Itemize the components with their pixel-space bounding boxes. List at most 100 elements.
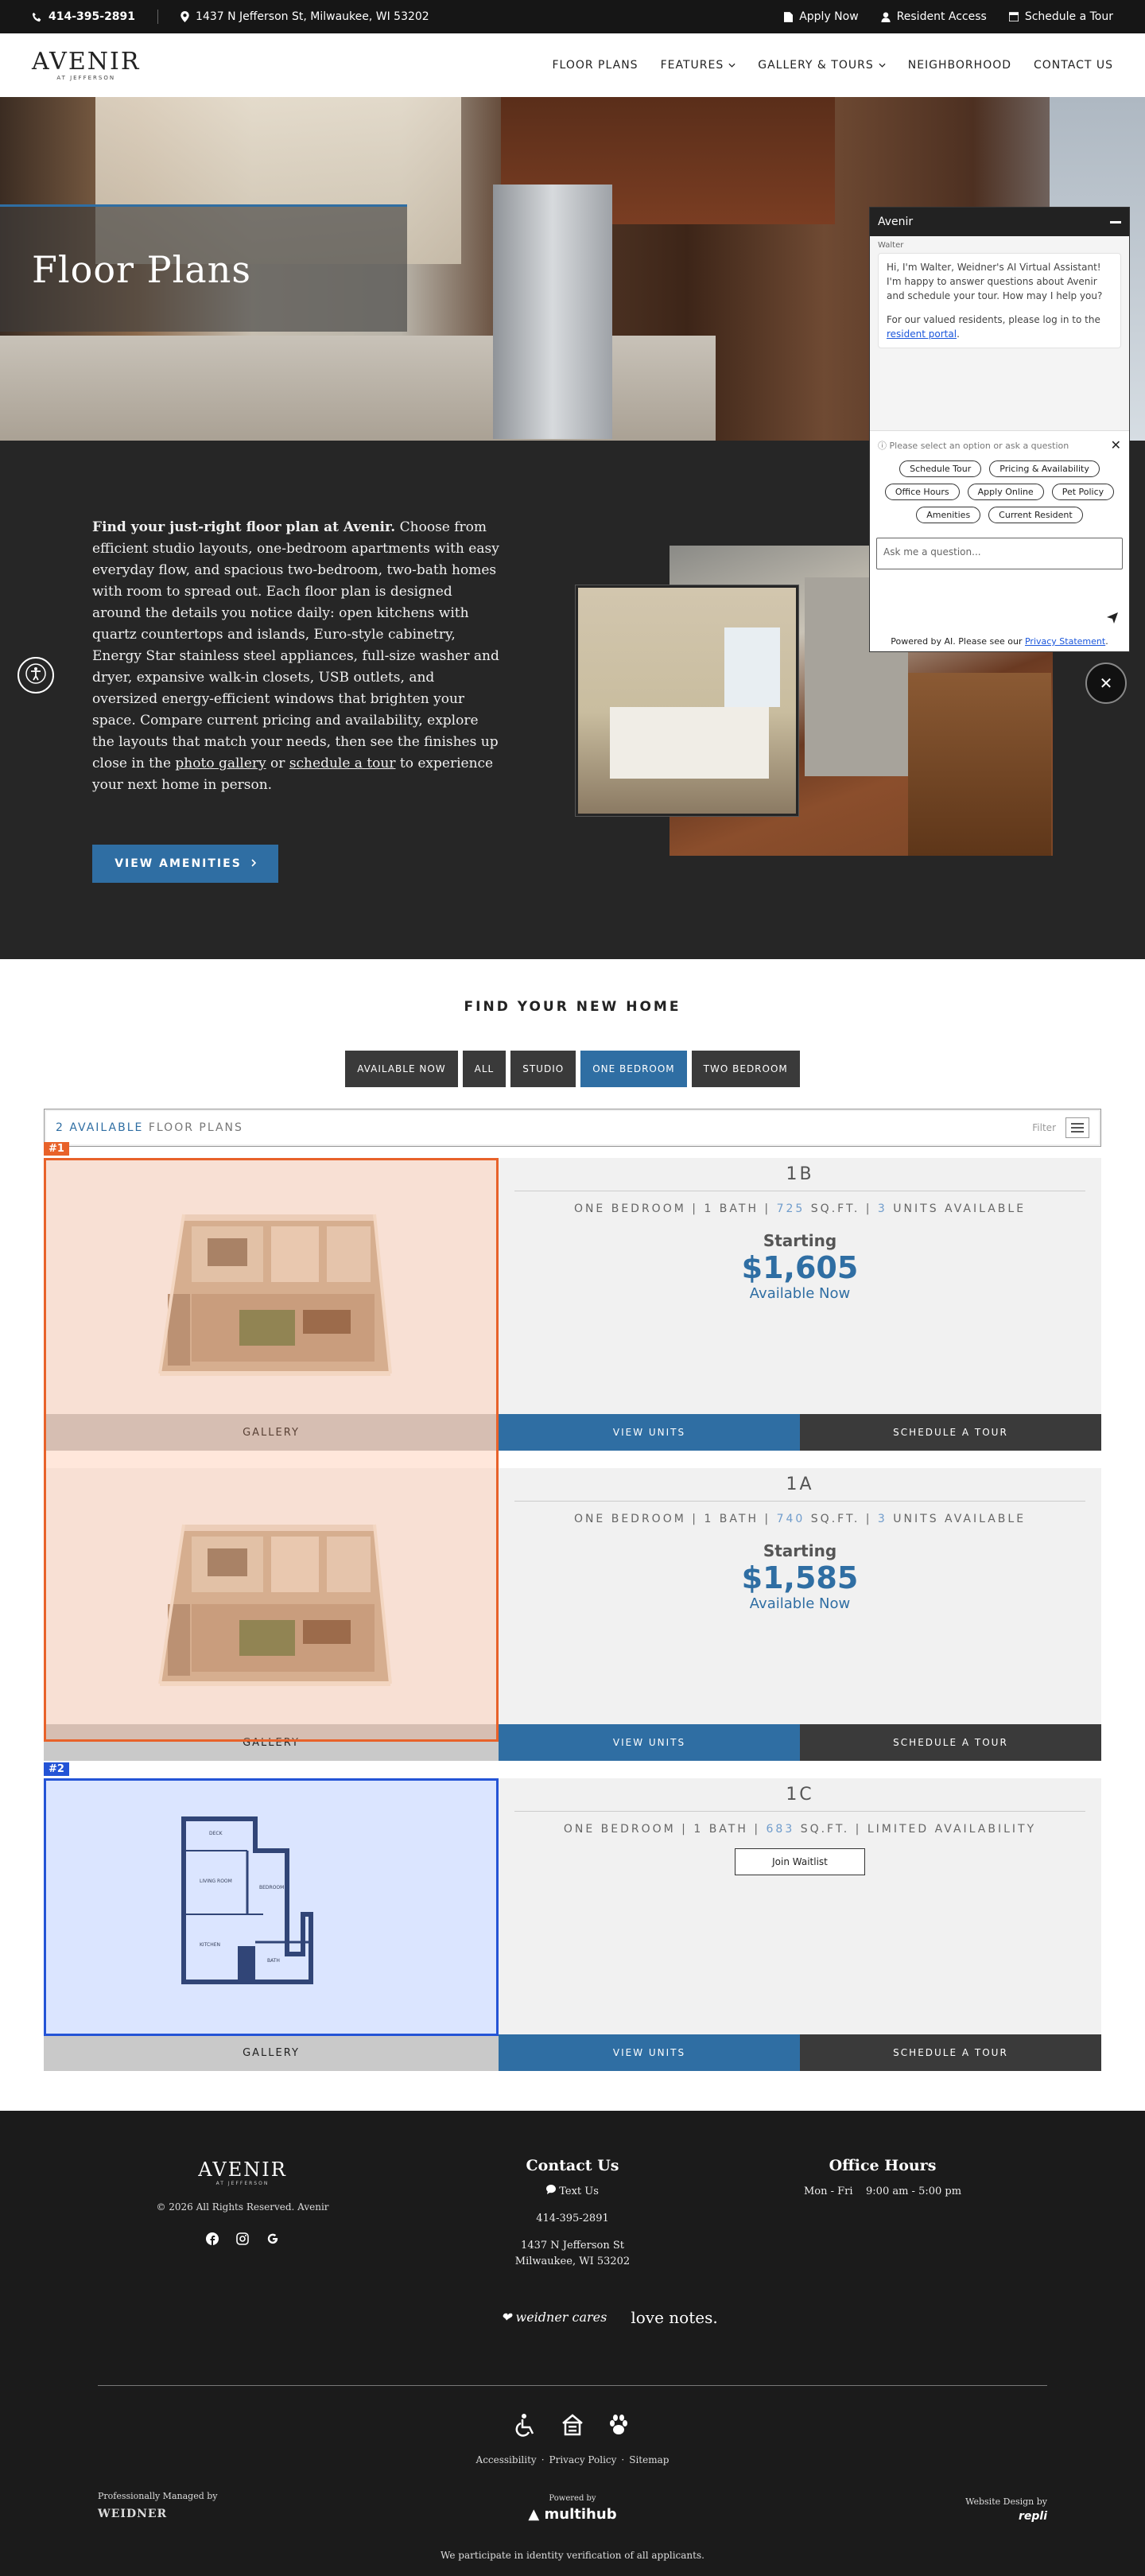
gallery-button[interactable]: GALLERY — [44, 1414, 499, 1451]
filter-two-bedroom[interactable]: TWO BEDROOM — [691, 1051, 800, 1087]
join-waitlist-button[interactable]: Join Waitlist — [735, 1848, 865, 1875]
nav-gallery-tours[interactable]: GALLERY & TOURS — [758, 59, 886, 72]
weidner-cares-logo[interactable]: ❤ weidner cares — [501, 2311, 607, 2324]
filter-studio[interactable]: STUDIO — [510, 1051, 576, 1087]
footer-phone[interactable]: 414-395-2891 — [493, 2211, 652, 2227]
footer-city: Milwaukee, WI 53202 — [514, 2255, 631, 2267]
close-options-icon[interactable]: ✕ — [1111, 437, 1121, 453]
annotation-tag-1: #1 — [44, 1142, 69, 1156]
nav-features[interactable]: FEATURES — [661, 59, 736, 72]
filter-one-bedroom[interactable]: ONE BEDROOM — [580, 1051, 687, 1087]
chat-options: ⓘ Please select an option or ask a quest… — [870, 430, 1129, 530]
photo-gallery-link[interactable]: photo gallery — [175, 756, 266, 771]
chip-current-resident[interactable]: Current Resident — [988, 507, 1083, 523]
google-icon[interactable] — [266, 2232, 280, 2246]
love-notes-logo[interactable]: love notes. — [631, 2310, 717, 2325]
nav-floor-plans[interactable]: FLOOR PLANS — [552, 59, 638, 72]
minimize-icon[interactable] — [1110, 220, 1121, 223]
view-units-button[interactable]: VIEW UNITS — [499, 1724, 800, 1761]
chat-prompt-text: Please select an option or ask a questio… — [889, 440, 1069, 451]
facebook-icon[interactable] — [205, 2232, 219, 2246]
footer-links: Accessibility · Privacy Policy · Sitemap — [475, 2454, 670, 2465]
schedule-tour-button[interactable]: SCHEDULE A TOUR — [800, 2034, 1101, 2071]
view-amenities-button[interactable]: VIEW AMENITIES — [92, 845, 278, 883]
availability-count: 2 AVAILABLE FLOOR PLANS — [56, 1121, 243, 1134]
plan-details: ONE BEDROOM | 1 BATH | 740 SQ.FT. | 3 UN… — [573, 1513, 1027, 1525]
plan-units: 3 — [877, 1203, 887, 1215]
chat-close-button[interactable]: ✕ — [1085, 662, 1127, 704]
chat-resident-text: For our valued residents, please log in … — [887, 314, 1100, 325]
starting-label: Starting — [763, 1231, 837, 1250]
schedule-tour-button[interactable]: SCHEDULE A TOUR — [800, 1414, 1101, 1451]
instagram-icon[interactable] — [235, 2232, 250, 2246]
chip-schedule-tour[interactable]: Schedule Tour — [899, 460, 982, 477]
accessibility-wheelchair-icon — [514, 2413, 538, 2440]
footer-logo[interactable]: AVENIR AT JEFFERSON — [183, 2158, 302, 2186]
phone-link[interactable]: 414-395-2891 — [32, 10, 135, 23]
nav-neighborhood[interactable]: NEIGHBORHOOD — [908, 59, 1011, 72]
nav-contact-us[interactable]: CONTACT US — [1034, 59, 1113, 72]
chip-pet-policy[interactable]: Pet Policy — [1051, 484, 1115, 500]
intro-body: Choose from efficient studio layouts, on… — [92, 519, 499, 771]
chat-header: Avenir — [870, 208, 1129, 236]
text-us-link[interactable]: Text Us — [493, 2184, 652, 2200]
chevron-right-icon — [251, 857, 256, 870]
nav-label: GALLERY & TOURS — [758, 59, 874, 72]
plan-sqft-unit: SQ.FT. — [800, 1823, 850, 1836]
floor-plan-image[interactable] — [44, 1468, 499, 1724]
chip-pricing[interactable]: Pricing & Availability — [989, 460, 1100, 477]
main-nav: FLOOR PLANS FEATURES GALLERY & TOURS NEI… — [552, 59, 1113, 72]
website-design-by[interactable]: Website Design by repli — [965, 2496, 1047, 2523]
floor-plan-3d-render — [158, 1214, 392, 1376]
accessibility-button[interactable] — [17, 657, 54, 694]
gallery-button[interactable]: GALLERY — [44, 2034, 499, 2071]
send-icon[interactable] — [1107, 612, 1118, 627]
floor-plan-image[interactable]: DECK LIVING ROOM BEDROOM KITCHEN BATH — [44, 1778, 499, 2034]
view-units-button[interactable]: VIEW UNITS — [499, 2034, 800, 2071]
chat-bubble-icon — [546, 2185, 557, 2197]
bedroom-photo — [576, 585, 798, 816]
compliance-icons — [0, 2413, 1145, 2440]
room-label-kitchen: KITCHEN — [200, 1942, 220, 1948]
view-units-button[interactable]: VIEW UNITS — [499, 1414, 800, 1451]
schedule-tour-inline-link[interactable]: schedule a tour — [289, 756, 396, 771]
chat-input[interactable]: Ask me a question... — [876, 538, 1123, 569]
schedule-tour-link[interactable]: Schedule a Tour — [1008, 10, 1113, 23]
filter-available-now[interactable]: AVAILABLE NOW — [345, 1051, 458, 1087]
gallery-button[interactable]: GALLERY — [44, 1724, 499, 1761]
site-logo[interactable]: AVENIR AT JEFFERSON — [32, 49, 140, 81]
floor-plan-info: 1B ONE BEDROOM | 1 BATH | 725 SQ.FT. | 3… — [499, 1158, 1101, 1414]
resident-portal-link[interactable]: resident portal — [887, 328, 957, 340]
copyright: © 2026 All Rights Reserved. Avenir — [156, 2201, 329, 2213]
floor-plan-card-1a: 1A ONE BEDROOM | 1 BATH | 740 SQ.FT. | 3… — [44, 1468, 1101, 1767]
floor-plan-image[interactable] — [44, 1158, 499, 1414]
identity-verification-note: We participate in identity verification … — [441, 2550, 704, 2561]
floor-plan-3d-render — [158, 1524, 392, 1686]
floor-plan-info: 1A ONE BEDROOM | 1 BATH | 740 SQ.FT. | 3… — [499, 1468, 1101, 1724]
heart-icon: ❤ — [501, 2310, 512, 2325]
filter-all[interactable]: ALL — [462, 1051, 507, 1087]
chevron-down-icon — [728, 63, 736, 68]
floor-plan-2d-drawing: DECK LIVING ROOM BEDROOM KITCHEN BATH — [181, 1816, 313, 1984]
intro-paragraph: Find your just-right floor plan at Aveni… — [92, 517, 503, 796]
plan-bath: 1 BATH — [693, 1823, 748, 1836]
plan-availability: Available Now — [749, 1595, 851, 1612]
chip-amenities[interactable]: Amenities — [916, 507, 981, 523]
phone-number: 414-395-2891 — [49, 10, 136, 23]
privacy-policy-link[interactable]: Privacy Policy — [549, 2454, 617, 2465]
filter-control[interactable]: Filter — [1032, 1117, 1089, 1138]
address-link[interactable]: 1437 N Jefferson St, Milwaukee, WI 53202 — [180, 10, 429, 23]
partner-logos: ❤ weidner cares love notes. — [501, 2310, 718, 2325]
filter-tabs: AVAILABLE NOW ALL STUDIO ONE BEDROOM TWO… — [0, 1051, 1145, 1087]
chat-widget: Avenir Walter Hi, I'm Walter, Weidner's … — [869, 207, 1130, 652]
resident-access-link[interactable]: Resident Access — [881, 10, 987, 23]
sitemap-link[interactable]: Sitemap — [629, 2454, 669, 2465]
chip-office-hours[interactable]: Office Hours — [884, 484, 960, 500]
privacy-statement-link[interactable]: Privacy Statement — [1025, 636, 1105, 647]
chip-apply-online[interactable]: Apply Online — [967, 484, 1044, 500]
apply-now-link[interactable]: Apply Now — [784, 10, 859, 23]
partner1-text: weidner cares — [515, 2310, 607, 2325]
accessibility-link[interactable]: Accessibility — [476, 2454, 537, 2465]
schedule-tour-button[interactable]: SCHEDULE A TOUR — [800, 1724, 1101, 1761]
schedule-tour-label: Schedule a Tour — [1024, 10, 1113, 23]
